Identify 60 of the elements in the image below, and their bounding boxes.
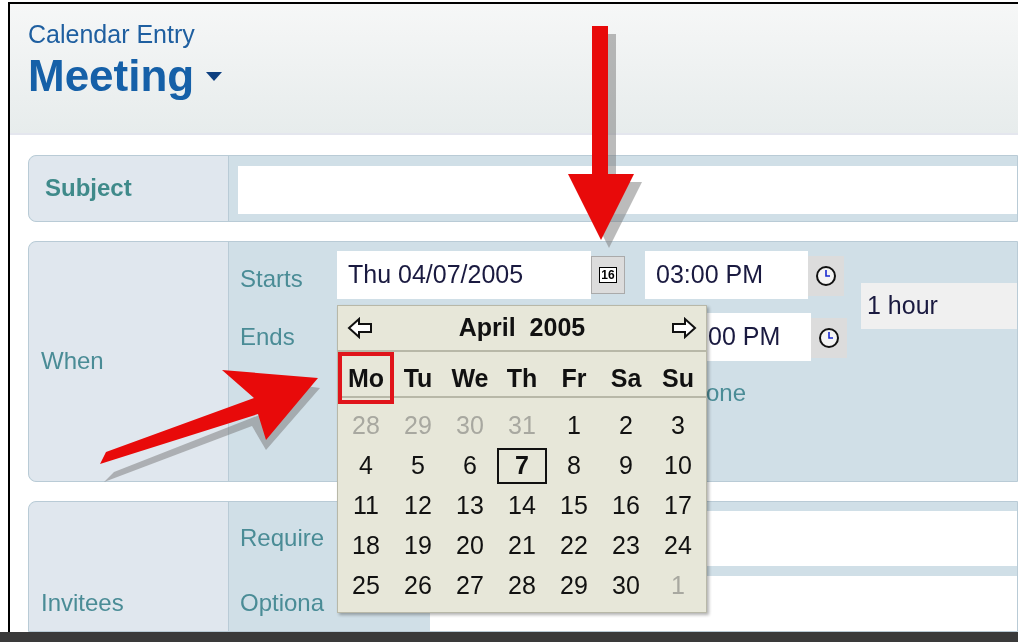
weekday-header: Th	[505, 363, 539, 394]
weekday-header: Su	[661, 363, 695, 394]
optional-label: Optiona	[240, 589, 325, 617]
calendar-day[interactable]: 13	[445, 488, 495, 524]
time-picker-button[interactable]	[808, 255, 844, 296]
calendar-day[interactable]: 14	[497, 488, 547, 524]
weekday-header: Mo	[337, 352, 395, 404]
start-date-field[interactable]: Thu 04/07/2005	[337, 250, 591, 299]
weekday-header: Tu	[402, 363, 434, 394]
calendar-day[interactable]: 1	[549, 408, 599, 444]
clock-icon	[818, 326, 840, 349]
calendar-day[interactable]: 17	[653, 488, 703, 524]
calendar-day[interactable]: 30	[601, 568, 651, 604]
page-subtitle: Calendar Entry	[28, 19, 195, 50]
calendar-day[interactable]: 10	[653, 448, 703, 484]
calendar-day[interactable]: 26	[393, 568, 443, 604]
calendar-day[interactable]: 6	[445, 448, 495, 484]
start-time-field[interactable]: 03:00 PM	[645, 250, 808, 299]
calendar-day[interactable]: 15	[549, 488, 599, 524]
calendar-day[interactable]: 28	[497, 568, 547, 604]
ends-label: Ends	[240, 322, 295, 350]
when-label: When	[41, 346, 104, 377]
entry-type-dropdown[interactable]: Meeting	[28, 50, 223, 102]
calendar-day[interactable]: 22	[549, 528, 599, 564]
starts-label: Starts	[240, 263, 304, 294]
invitees-label: Invitees	[41, 588, 124, 618]
weekday-header: Sa	[609, 363, 643, 394]
subject-label: Subject	[45, 173, 132, 204]
calendar-day[interactable]: 29	[549, 568, 599, 604]
required-label: Require	[240, 524, 325, 552]
calendar-icon: 16	[599, 266, 617, 283]
calendar-day[interactable]: 4	[341, 448, 391, 484]
calendar-day[interactable]: 5	[393, 448, 443, 484]
calendar-day[interactable]: 8	[549, 448, 599, 484]
calendar-day[interactable]: 23	[601, 528, 651, 564]
subject-input[interactable]	[238, 165, 1017, 214]
month-year-title: April 2005	[458, 312, 586, 344]
next-month-icon[interactable]	[671, 317, 697, 339]
weekday-header: We	[450, 363, 490, 394]
calendar-day[interactable]: 9	[601, 448, 651, 484]
calendar-day[interactable]: 12	[393, 488, 443, 524]
calendar-day[interactable]: 2	[601, 408, 651, 444]
calendar-day[interactable]: 18	[341, 528, 391, 564]
calendar-day[interactable]: 7	[497, 448, 547, 484]
calendar-day[interactable]: 25	[341, 568, 391, 604]
caret-icon	[206, 71, 223, 81]
calendar-day[interactable]: 3	[653, 408, 703, 444]
calendar-day[interactable]: 27	[445, 568, 495, 604]
calendar-day[interactable]: 19	[393, 528, 443, 564]
previous-month-icon[interactable]	[347, 317, 373, 339]
calendar-day[interactable]: 11	[341, 488, 391, 524]
duration-field[interactable]: 1 hour	[861, 282, 1017, 329]
clock-icon	[815, 264, 837, 287]
calendar-day[interactable]: 16	[601, 488, 651, 524]
calendar-day[interactable]: 24	[653, 528, 703, 564]
calendar-day[interactable]: 20	[445, 528, 495, 564]
calendar-day[interactable]: 21	[497, 528, 547, 564]
time-picker-button[interactable]	[811, 317, 847, 358]
calendar-button[interactable]: 16	[591, 255, 625, 294]
weekday-header: Fr	[560, 363, 588, 394]
